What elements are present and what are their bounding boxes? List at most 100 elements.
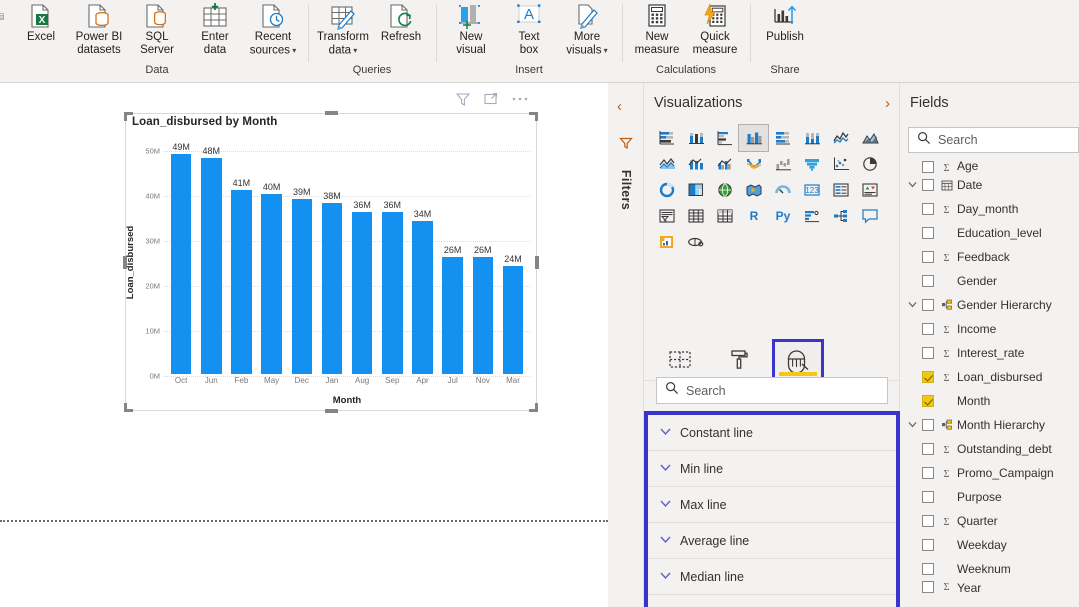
visual-type-gallery[interactable]: 123RPy <box>652 125 892 255</box>
bar-column[interactable]: 41M <box>226 138 256 374</box>
field-checkbox[interactable] <box>922 323 934 335</box>
field-checkbox[interactable] <box>922 227 934 239</box>
bar-column[interactable]: 34M <box>407 138 437 374</box>
bar[interactable] <box>201 158 222 374</box>
bar[interactable] <box>412 221 433 374</box>
field-checkbox[interactable] <box>922 371 934 383</box>
resize-handle-right-middle[interactable] <box>535 256 539 269</box>
qna-icon[interactable] <box>855 203 884 229</box>
bar-column[interactable]: 26M <box>468 138 498 374</box>
chevron-down-icon[interactable]: ▾ <box>601 46 607 55</box>
bar-column[interactable]: 36M <box>377 138 407 374</box>
field-row-promo_campaign[interactable]: Σ Promo_Campaign <box>900 461 1079 485</box>
field-row-year[interactable]: Σ Year <box>900 581 1079 593</box>
gauge-icon[interactable] <box>768 177 797 203</box>
fields-tab[interactable] <box>657 342 703 378</box>
field-row-gender-hierarchy[interactable]: Gender Hierarchy <box>900 293 1079 317</box>
100-stacked-column-chart-icon[interactable] <box>797 125 826 151</box>
line-and-clustered-column-chart-icon[interactable] <box>710 151 739 177</box>
field-row-income[interactable]: Σ Income <box>900 317 1079 341</box>
analytics-card-max-line[interactable]: Max line <box>648 487 896 523</box>
filter-icon[interactable] <box>455 91 471 112</box>
power-bi-datasets-button[interactable]: Power BI datasets <box>70 0 128 60</box>
stacked-bar-chart-icon[interactable] <box>652 125 681 151</box>
field-checkbox[interactable] <box>922 161 934 173</box>
format-tab[interactable] <box>716 342 762 378</box>
filters-pane-collapsed[interactable]: ‹ Filters <box>608 83 644 607</box>
resize-handle-bottom-middle[interactable] <box>325 409 338 413</box>
clustered-bar-chart-icon[interactable] <box>710 125 739 151</box>
bar-column[interactable]: 39M <box>287 138 317 374</box>
field-row-purpose[interactable]: Purpose <box>900 485 1079 509</box>
stacked-column-chart-icon[interactable] <box>681 125 710 151</box>
bar-column[interactable]: 24M <box>498 138 528 374</box>
bar[interactable] <box>473 257 494 374</box>
chevron-down-icon[interactable] <box>908 300 922 310</box>
field-row-month[interactable]: Month <box>900 389 1079 413</box>
map-icon[interactable] <box>710 177 739 203</box>
resize-handle-bottom-right-h[interactable] <box>529 409 538 412</box>
pie-chart-icon[interactable] <box>855 151 884 177</box>
field-checkbox[interactable] <box>922 203 934 215</box>
get-more-visuals-icon[interactable] <box>681 229 710 255</box>
publish-button[interactable]: Publish <box>756 0 814 60</box>
enter-data-button[interactable]: Enter data <box>186 0 244 60</box>
new-measure-button[interactable]: New measure <box>628 0 686 60</box>
decomposition-tree-icon[interactable] <box>826 203 855 229</box>
bar[interactable] <box>292 199 313 374</box>
excel-button[interactable]: XExcel <box>12 0 70 60</box>
bar[interactable] <box>231 190 252 374</box>
resize-handle-top-middle[interactable] <box>325 111 338 115</box>
field-checkbox[interactable] <box>922 347 934 359</box>
analytics-card-median-line[interactable]: Median line <box>648 559 896 595</box>
line-and-stacked-column-chart-icon[interactable] <box>681 151 710 177</box>
scatter-chart-icon[interactable] <box>826 151 855 177</box>
field-row-weekday[interactable]: Weekday <box>900 533 1079 557</box>
field-row-date[interactable]: Date <box>900 173 1079 197</box>
field-row-loan_disbursed[interactable]: Σ Loan_disbursed <box>900 365 1079 389</box>
focus-mode-icon[interactable] <box>483 91 499 112</box>
transform-data-button[interactable]: Transform data ▾ <box>314 0 372 60</box>
bar[interactable] <box>382 212 403 374</box>
field-row-day_month[interactable]: Σ Day_month <box>900 197 1079 221</box>
kpi-icon[interactable] <box>855 177 884 203</box>
sql-server-button[interactable]: SQL Server <box>128 0 186 60</box>
bar[interactable] <box>442 257 463 374</box>
field-row-feedback[interactable]: Σ Feedback <box>900 245 1079 269</box>
field-checkbox[interactable] <box>922 539 934 551</box>
pane-tabs[interactable] <box>644 339 900 381</box>
filter-funnel-icon[interactable] <box>618 135 634 156</box>
ribbon-chart-icon[interactable] <box>739 151 768 177</box>
chevron-down-icon[interactable] <box>908 420 922 430</box>
python-visual-icon[interactable]: Py <box>768 203 797 229</box>
bar-column[interactable]: 48M <box>196 138 226 374</box>
new-visual-button[interactable]: New visual <box>442 0 500 60</box>
text-box-button[interactable]: AText box <box>500 0 558 60</box>
quick-measure-button[interactable]: Quick measure <box>686 0 744 60</box>
field-checkbox[interactable] <box>922 581 934 593</box>
field-row-education_level[interactable]: Education_level <box>900 221 1079 245</box>
bar-chart-visual[interactable]: Loan_disbursed by Month Loan_disbursed 0… <box>125 113 537 411</box>
field-checkbox[interactable] <box>922 419 934 431</box>
treemap-icon[interactable] <box>681 177 710 203</box>
analytics-cards-list[interactable]: Constant line Min line Max line Average … <box>644 411 900 607</box>
chevron-left-icon[interactable]: ‹ <box>617 99 622 114</box>
bar-column[interactable]: 40M <box>257 138 287 374</box>
field-checkbox[interactable] <box>922 275 934 287</box>
analytics-card-average-line[interactable]: Average line <box>648 523 896 559</box>
field-row-month-hierarchy[interactable]: Month Hierarchy <box>900 413 1079 437</box>
bar-column[interactable]: 49M <box>166 138 196 374</box>
filled-map-icon[interactable] <box>739 177 768 203</box>
waterfall-chart-icon[interactable] <box>768 151 797 177</box>
field-row-gender[interactable]: Gender <box>900 269 1079 293</box>
chevron-down-icon[interactable] <box>660 571 671 583</box>
bar[interactable] <box>322 203 343 374</box>
analytics-card-min-line[interactable]: Min line <box>648 451 896 487</box>
field-checkbox[interactable] <box>922 467 934 479</box>
resize-handle-top-right-h[interactable] <box>529 112 538 115</box>
chevron-down-icon[interactable] <box>660 463 671 475</box>
donut-chart-icon[interactable] <box>652 177 681 203</box>
field-row-outstanding_debt[interactable]: Σ Outstanding_debt <box>900 437 1079 461</box>
bar-series[interactable]: 49M48M41M40M39M38M36M36M34M26M26M24M <box>164 138 530 374</box>
chevron-down-icon[interactable] <box>660 499 671 511</box>
